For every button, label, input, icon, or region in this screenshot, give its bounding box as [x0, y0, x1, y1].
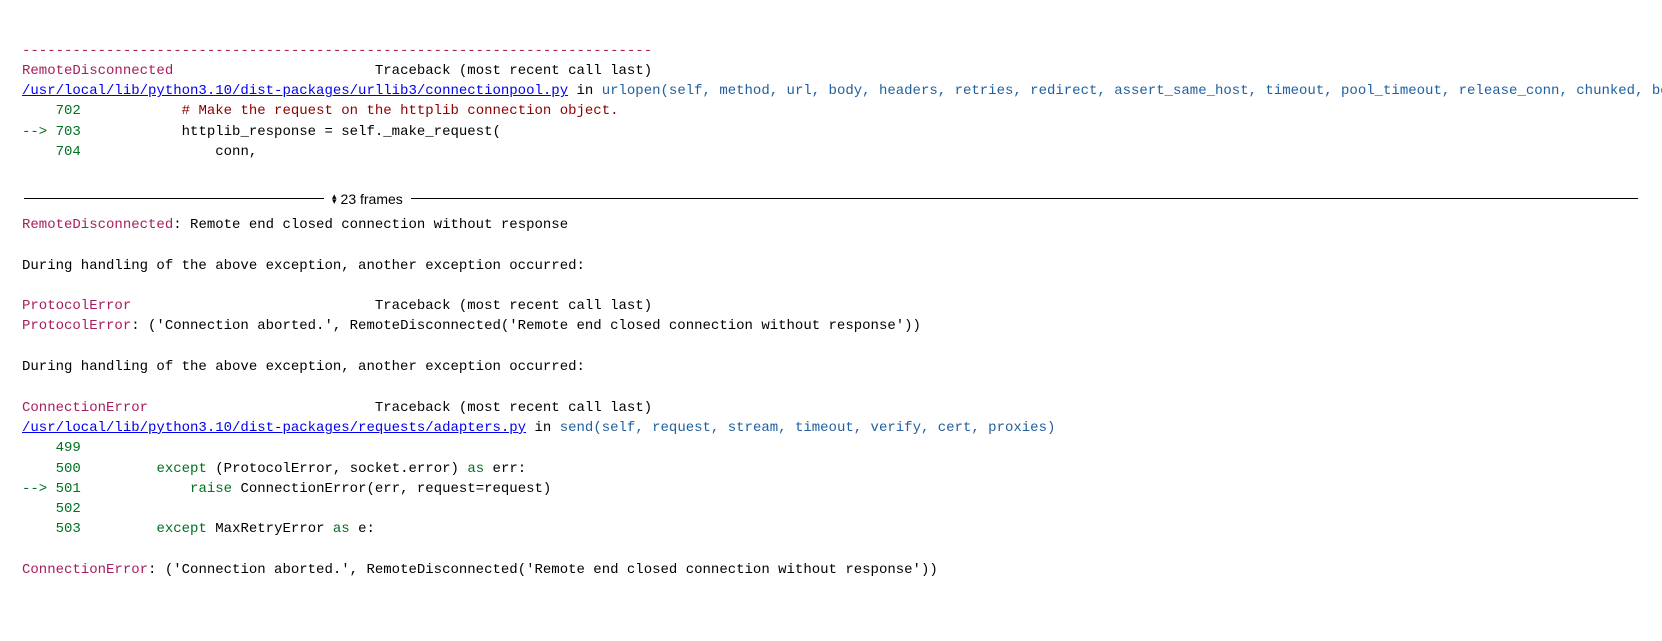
function-params: (self, request, stream, timeout, verify,…	[593, 420, 1055, 436]
code-comment: # Make the request on the httplib connec…	[81, 103, 619, 119]
line-number: 502	[56, 501, 81, 517]
frames-count-label[interactable]: 23 frames	[341, 189, 403, 209]
exception-name: ProtocolError	[22, 298, 131, 314]
line-number: 503	[56, 521, 81, 537]
function-name: send	[560, 420, 594, 436]
code-text: err:	[484, 461, 526, 477]
divider-line-left	[24, 198, 324, 199]
during-handling-text: During handling of the above exception, …	[22, 359, 585, 375]
exception-name: RemoteDisconnected	[22, 217, 173, 233]
traceback-label: Traceback (most recent call last)	[375, 298, 652, 314]
line-number: 703	[56, 124, 81, 140]
code-text: ConnectionError(err, request=request)	[232, 481, 551, 497]
line-number: 702	[56, 103, 81, 119]
exception-name: ProtocolError	[22, 318, 131, 334]
source-file-link[interactable]: /usr/local/lib/python3.10/dist-packages/…	[22, 420, 526, 436]
keyword-as: as	[467, 461, 484, 477]
source-file-link[interactable]: /usr/local/lib/python3.10/dist-packages/…	[22, 83, 568, 99]
keyword-raise: raise	[190, 481, 232, 497]
function-params: (self, method, url, body, headers, retri…	[661, 83, 1662, 99]
expand-icon[interactable]: ▴▾	[332, 194, 337, 204]
exception-name: ConnectionError	[22, 400, 148, 416]
code-line: conn,	[81, 144, 257, 160]
exception-message: : ('Connection aborted.', RemoteDisconne…	[131, 318, 921, 334]
exception-message: : Remote end closed connection without r…	[173, 217, 568, 233]
code-text: MaxRetryError	[207, 521, 333, 537]
line-number: 500	[56, 461, 81, 477]
divider-line-right	[411, 198, 1638, 199]
in-keyword: in	[568, 83, 602, 99]
traceback-label: Traceback (most recent call last)	[375, 400, 652, 416]
line-number: 704	[56, 144, 81, 160]
exception-name: RemoteDisconnected	[22, 63, 173, 79]
line-number: 501	[56, 481, 81, 497]
in-keyword: in	[526, 420, 560, 436]
function-name: urlopen	[602, 83, 661, 99]
line-number: 499	[56, 440, 81, 456]
keyword-except: except	[156, 461, 206, 477]
current-line-arrow: -->	[22, 481, 56, 497]
keyword-except: except	[156, 521, 206, 537]
frames-divider[interactable]: ▴▾ 23 frames	[0, 189, 1662, 209]
code-line: httplib_response = self._make_request(	[81, 124, 501, 140]
code-text: e:	[350, 521, 375, 537]
during-handling-text: During handling of the above exception, …	[22, 258, 585, 274]
exception-name: ConnectionError	[22, 562, 148, 578]
current-line-arrow: -->	[22, 124, 56, 140]
keyword-as: as	[333, 521, 350, 537]
code-text: (ProtocolError, socket.error)	[207, 461, 467, 477]
traceback-divider: ----------------------------------------…	[22, 43, 652, 59]
exception-message: : ('Connection aborted.', RemoteDisconne…	[148, 562, 938, 578]
traceback-label: Traceback (most recent call last)	[375, 63, 652, 79]
